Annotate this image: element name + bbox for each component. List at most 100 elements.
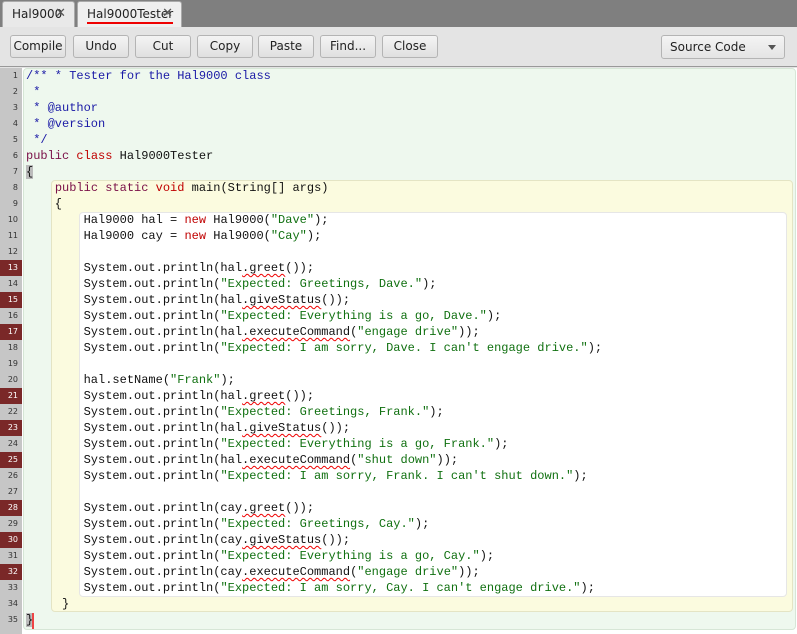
line-number[interactable]: 8 <box>0 180 22 196</box>
code-token: ); <box>306 229 322 243</box>
code-token: main(String[] args) <box>184 181 329 195</box>
code-token: System.out.println(cay <box>26 565 243 579</box>
code-token: ()); <box>285 501 315 515</box>
code-line: System.out.println("Expected: Greetings,… <box>26 516 602 532</box>
code-line: System.out.println(cay.executeCommand("e… <box>26 564 602 580</box>
line-number[interactable]: 15 <box>0 292 22 308</box>
line-number[interactable]: 17 <box>0 324 22 340</box>
error-token: .greet <box>242 261 286 275</box>
cut-button[interactable]: Cut <box>135 35 191 58</box>
code-token: ); <box>429 405 444 419</box>
line-number[interactable]: 14 <box>0 276 22 292</box>
code-token: System.out.println( <box>26 405 221 419</box>
code-line: } <box>26 596 602 612</box>
line-number[interactable]: 11 <box>0 228 22 244</box>
code-token: * <box>26 85 41 99</box>
view-mode-select[interactable]: Source Code <box>661 35 785 59</box>
code-line: System.out.println(hal.greet()); <box>26 388 602 404</box>
line-number[interactable]: 32 <box>0 564 22 580</box>
line-number[interactable]: 23 <box>0 420 22 436</box>
code-token: System.out.println( <box>26 549 221 563</box>
line-number[interactable]: 9 <box>0 196 22 212</box>
code-token: "Expected: I am sorry, Frank. I can't sh… <box>220 469 574 483</box>
line-number[interactable]: 18 <box>0 340 22 356</box>
line-number[interactable]: 30 <box>0 532 22 548</box>
code-text[interactable]: /** * Tester for the Hal9000 class * * @… <box>26 68 602 628</box>
error-token: .executeCommand <box>242 565 351 579</box>
line-number[interactable]: 3 <box>0 100 22 116</box>
code-line: System.out.println(hal.greet()); <box>26 260 602 276</box>
line-number[interactable]: 5 <box>0 132 22 148</box>
line-number[interactable]: 24 <box>0 436 22 452</box>
tab-hal9000[interactable]: Hal9000 ✕ <box>2 1 75 27</box>
line-number[interactable]: 28 <box>0 500 22 516</box>
code-token: ); <box>314 213 329 227</box>
error-token: .executeCommand <box>242 325 351 339</box>
error-token: .executeCommand <box>242 453 351 467</box>
chevron-down-icon <box>768 45 776 50</box>
undo-button[interactable]: Undo <box>73 35 129 58</box>
code-token: ); <box>587 341 603 355</box>
tab-hal9000tester[interactable]: Hal9000Tester ✕ <box>77 1 182 27</box>
error-token: .greet <box>242 501 286 515</box>
line-number[interactable]: 26 <box>0 468 22 484</box>
line-number[interactable]: 34 <box>0 596 22 612</box>
line-number[interactable]: 13 <box>0 260 22 276</box>
line-number[interactable]: 27 <box>0 484 22 500</box>
error-token: .giveStatus <box>242 533 322 547</box>
line-number[interactable]: 31 <box>0 548 22 564</box>
code-line: System.out.println(hal.giveStatus()); <box>26 420 602 436</box>
code-token: ); <box>220 373 235 387</box>
code-token: System.out.println( <box>26 437 221 451</box>
line-number[interactable]: 2 <box>0 84 22 100</box>
code-editor[interactable]: 1 2 3 4 5 6 7 8 9 10 11 12 13 14 15 16 17 18 19 20 21 22 23 24 2… <box>0 68 797 634</box>
code-token: "engage drive" <box>357 325 459 339</box>
code-line: System.out.println(hal.executeCommand("e… <box>26 324 602 340</box>
line-number[interactable]: 6 <box>0 148 22 164</box>
code-token: ); <box>580 581 595 595</box>
line-number[interactable]: 19 <box>0 356 22 372</box>
line-number[interactable]: 33 <box>0 580 22 596</box>
code-token: { <box>26 165 34 179</box>
close-icon[interactable]: ✕ <box>162 6 173 21</box>
line-number[interactable]: 22 <box>0 404 22 420</box>
code-line: public static void main(String[] args) <box>26 180 602 196</box>
find-button[interactable]: Find... <box>320 35 376 58</box>
close-icon[interactable]: ✕ <box>55 6 66 21</box>
line-number[interactable]: 4 <box>0 116 22 132</box>
code-token: ); <box>422 277 437 291</box>
tab-label: Hal9000Tester <box>87 7 174 24</box>
line-number[interactable]: 21 <box>0 388 22 404</box>
code-token: )); <box>458 325 480 339</box>
code-token: ); <box>494 437 509 451</box>
code-token: * @author <box>26 101 99 115</box>
line-number[interactable]: 25 <box>0 452 22 468</box>
line-number[interactable]: 1 <box>0 68 22 84</box>
copy-button[interactable]: Copy <box>197 35 253 58</box>
line-number[interactable]: 35 <box>0 612 22 628</box>
line-number[interactable]: 16 <box>0 308 22 324</box>
view-mode-value: Source Code <box>670 40 746 54</box>
line-number-gutter[interactable]: 1 2 3 4 5 6 7 8 9 10 11 12 13 14 15 16 17 18 19 20 21 22 23 24 2… <box>0 68 22 634</box>
close-button[interactable]: Close <box>382 35 438 58</box>
code-token: ); <box>414 517 430 531</box>
code-token: "Expected: Everything is a go, Frank." <box>220 437 495 451</box>
code-token: "Expected: Greetings, Frank." <box>220 405 430 419</box>
line-number[interactable]: 10 <box>0 212 22 228</box>
line-number[interactable]: 7 <box>0 164 22 180</box>
code-token: "Expected: Greetings, Cay." <box>220 517 415 531</box>
code-token: System.out.println(hal <box>26 453 243 467</box>
code-token: "shut down" <box>357 453 437 467</box>
code-token: System.out.println(hal <box>26 293 243 307</box>
code-token: "Expected: Everything is a go, Dave." <box>220 309 487 323</box>
code-token: public <box>26 149 77 163</box>
line-number[interactable]: 20 <box>0 372 22 388</box>
line-number[interactable]: 29 <box>0 516 22 532</box>
compile-button[interactable]: Compile <box>10 35 66 58</box>
code-line: { <box>26 196 602 212</box>
code-line: System.out.println("Expected: I am sorry… <box>26 580 602 596</box>
paste-button[interactable]: Paste <box>258 35 314 58</box>
code-line: System.out.println("Expected: Everything… <box>26 436 602 452</box>
line-number[interactable]: 12 <box>0 244 22 260</box>
